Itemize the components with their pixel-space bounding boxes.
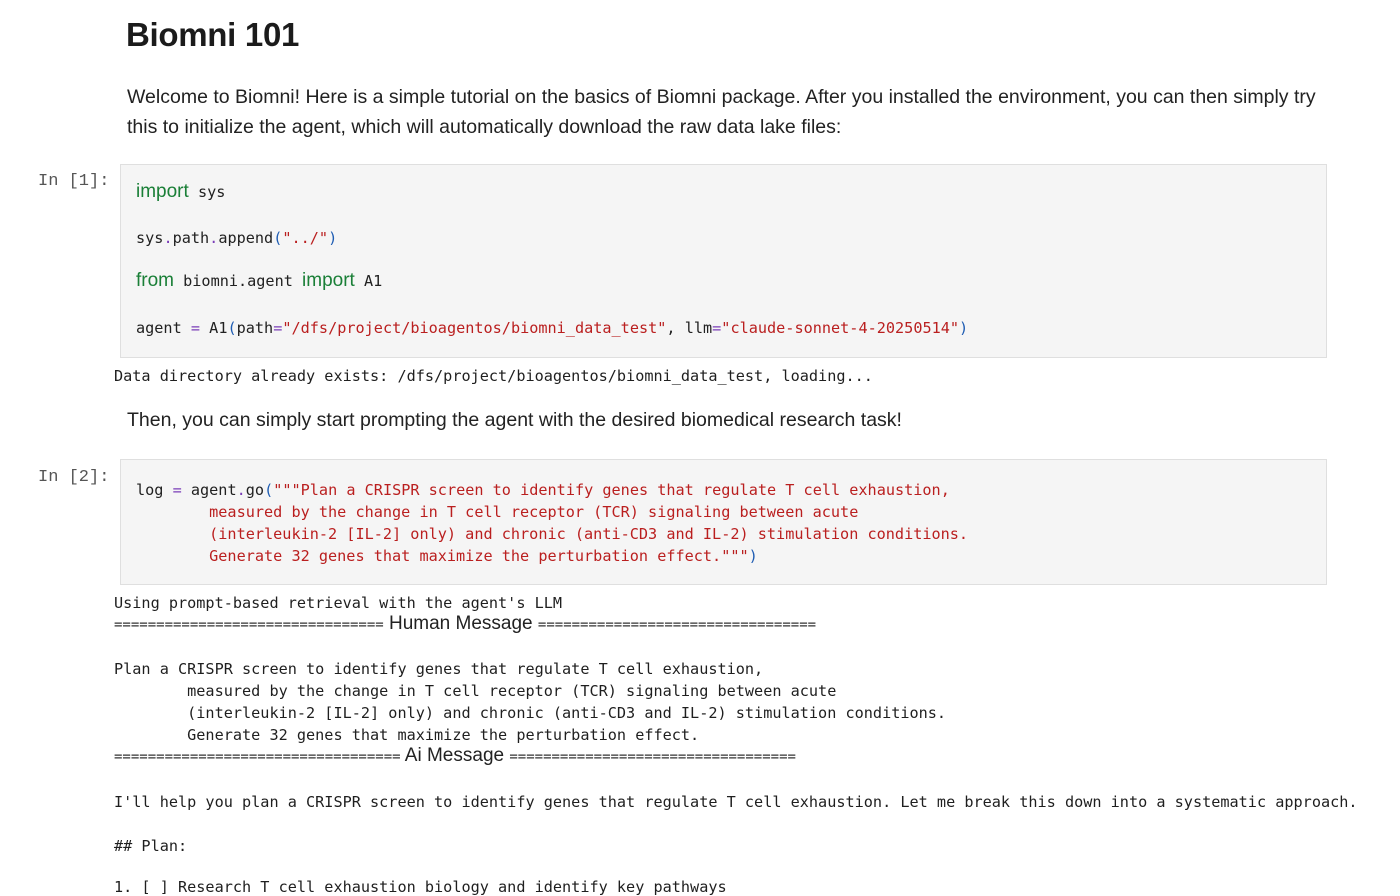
ai-message-plan-item-1: 1. [ ] Research T cell exhaustion biolog… xyxy=(114,878,727,896)
object-sys: sys xyxy=(136,229,164,247)
paren-close: ) xyxy=(328,229,338,247)
paren-open: ( xyxy=(227,319,237,337)
separator-rule: ================================== xyxy=(509,749,796,765)
comma: , xyxy=(666,319,685,337)
dot: . xyxy=(236,481,246,499)
class-a1: A1 xyxy=(354,272,383,290)
intro-paragraph: Welcome to Biomni! Here is a simple tuto… xyxy=(127,86,1316,138)
equals: = xyxy=(190,319,201,337)
separator-rule: ================================= xyxy=(537,617,817,633)
paren-open: ( xyxy=(264,481,274,499)
separator-rule: ================================== xyxy=(114,749,401,765)
then-paragraph: Then, you can simply start prompting the… xyxy=(127,409,902,431)
keyword-import: import xyxy=(302,270,355,291)
prompt-string-line-4: Generate 32 genes that maximize the pert… xyxy=(136,547,749,565)
human-message-line-3: (interleukin-2 [IL-2] only) and chronic … xyxy=(114,704,947,722)
var-log: log xyxy=(136,481,173,499)
human-message-separator: ================================ Human M… xyxy=(114,613,816,635)
ai-message-line-1: I'll help you plan a CRISPR screen to id… xyxy=(114,793,1358,811)
fn-append: append xyxy=(218,229,274,247)
cell-1-prompt: In [1]: xyxy=(38,172,110,191)
module-sys: sys xyxy=(188,183,226,201)
equals: = xyxy=(273,319,283,337)
page-title: Biomni 101 xyxy=(126,16,300,53)
code-line-from-import: from biomni.agent import A1 xyxy=(136,270,382,292)
human-message-label: Human Message xyxy=(383,613,538,634)
prompt-string-line-2: measured by the change in T cell recepto… xyxy=(136,503,859,521)
attr-path: path xyxy=(172,229,210,247)
paren-open: ( xyxy=(273,229,283,247)
code-line-import-sys: import sys xyxy=(136,181,225,203)
human-message-line-2: measured by the change in T cell recepto… xyxy=(114,682,837,700)
param-llm: llm xyxy=(684,319,713,337)
string-path: "../" xyxy=(282,229,329,247)
keyword-from: from xyxy=(136,270,174,291)
code-cell-1[interactable]: import sys sys.path.append("../") from b… xyxy=(120,164,1327,358)
ai-message-label: Ai Message xyxy=(400,745,510,766)
paren-close: ) xyxy=(748,547,758,565)
code-cell-2[interactable]: log = agent.go("""Plan a CRISPR screen t… xyxy=(120,459,1327,585)
cell-2-prompt: In [2]: xyxy=(38,468,110,487)
code-line-agent-init: agent = A1(path="/dfs/project/bioagentos… xyxy=(136,319,968,337)
human-message-line-4: Generate 32 genes that maximize the pert… xyxy=(114,726,700,744)
equals: = xyxy=(712,319,722,337)
fn-go: go xyxy=(245,481,265,499)
param-path: path xyxy=(236,319,274,337)
dot: . xyxy=(163,229,173,247)
keyword-import: import xyxy=(136,181,189,202)
retrieval-note: Using prompt-based retrieval with the ag… xyxy=(114,594,563,612)
class-a1: A1 xyxy=(200,319,228,337)
code-line-path-append: sys.path.append("../") xyxy=(136,229,337,247)
prompt-string-line-3: (interleukin-2 [IL-2] only) and chronic … xyxy=(136,525,969,543)
separator-rule: ================================ xyxy=(114,617,384,633)
prompt-string-line-1: """Plan a CRISPR screen to identify gene… xyxy=(273,481,950,499)
object-agent: agent xyxy=(181,481,237,499)
var-agent: agent xyxy=(136,319,191,337)
ai-message-separator: ================================== Ai Me… xyxy=(114,745,796,767)
code-line-4: Generate 32 genes that maximize the pert… xyxy=(136,547,758,565)
paren-close: ) xyxy=(959,319,969,337)
string-llm-value: "claude-sonnet-4-20250514" xyxy=(721,319,960,337)
code-line-1: log = agent.go("""Plan a CRISPR screen t… xyxy=(136,481,950,499)
ai-message-plan-heading: ## Plan: xyxy=(114,837,188,855)
dot: . xyxy=(209,229,219,247)
equals: = xyxy=(172,481,182,499)
module-biomni-agent: biomni.agent xyxy=(174,272,303,290)
cell-1-output: Data directory already exists: /dfs/proj… xyxy=(114,367,873,385)
string-path-value: "/dfs/project/bioagentos/biomni_data_tes… xyxy=(282,319,667,337)
human-message-line-1: Plan a CRISPR screen to identify genes t… xyxy=(114,660,764,678)
